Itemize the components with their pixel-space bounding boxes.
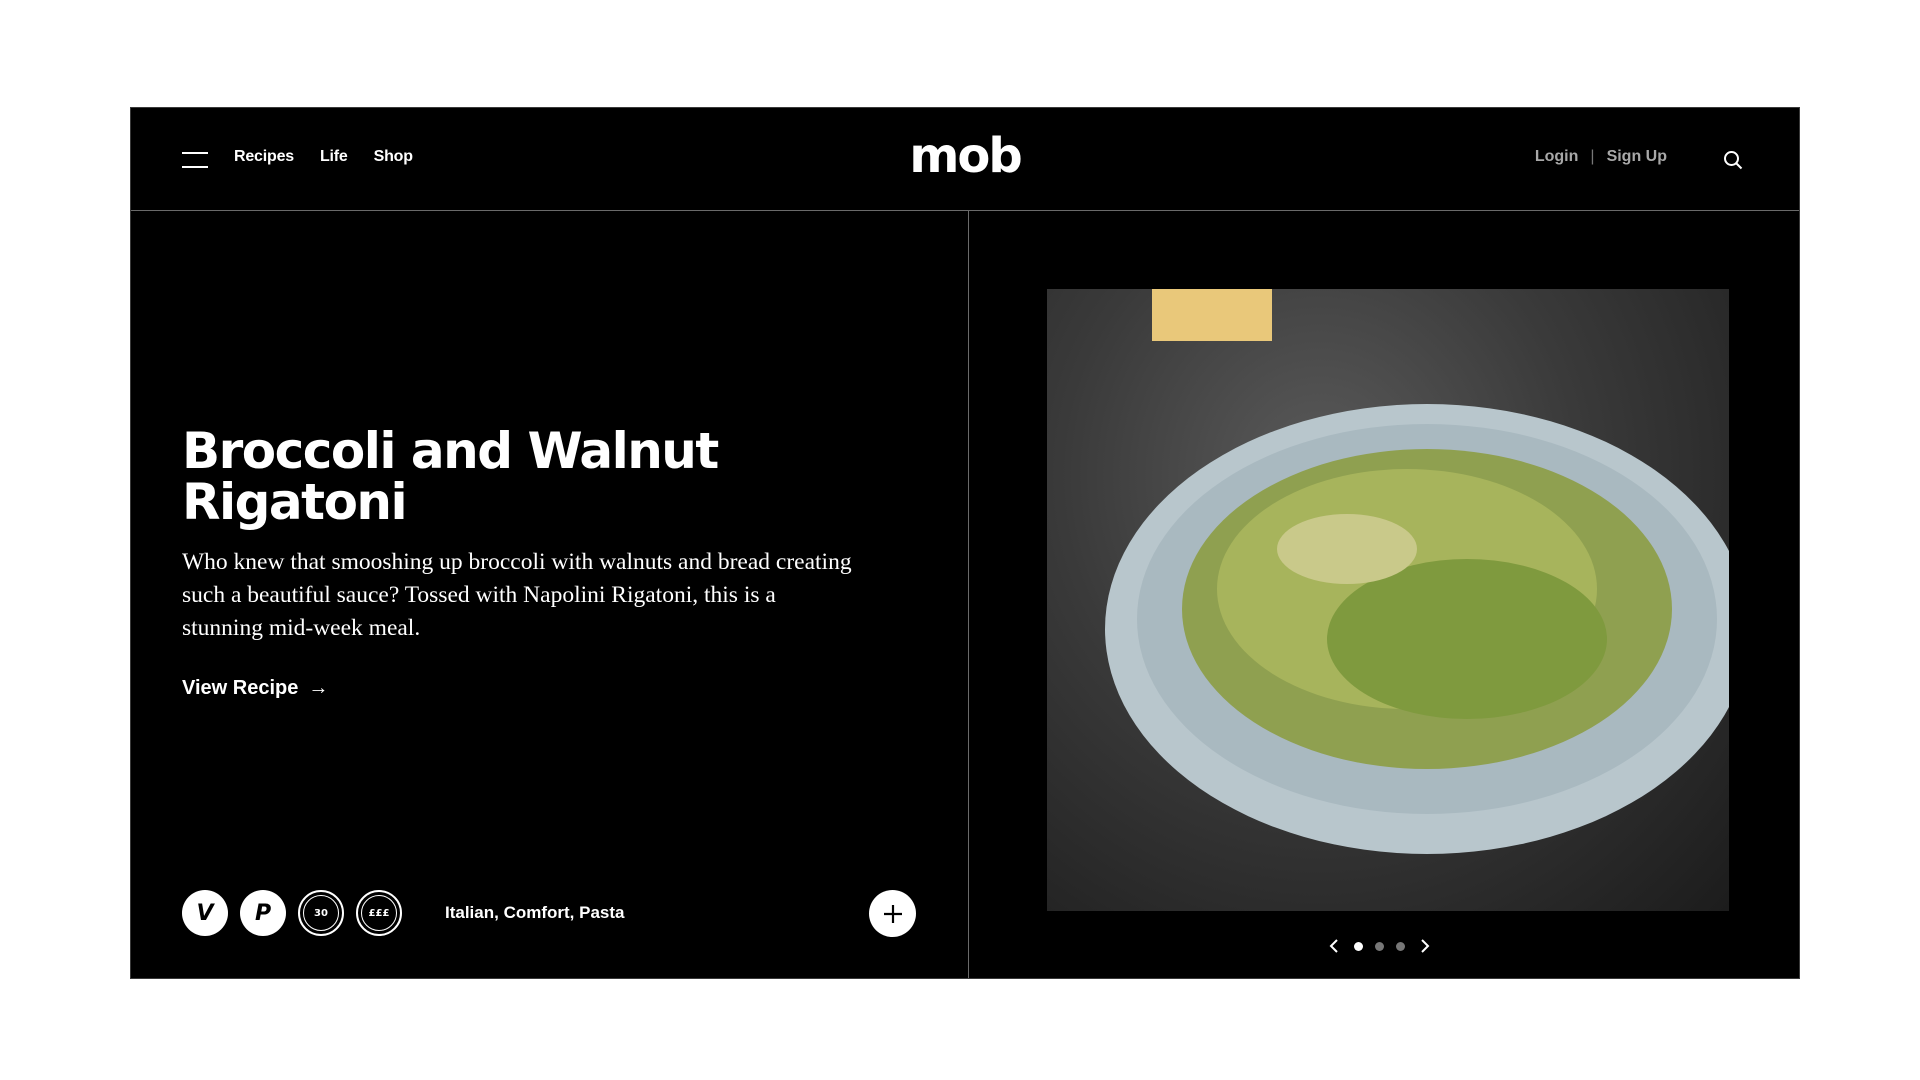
vegetarian-badge: V	[182, 890, 228, 936]
auth-separator: |	[1590, 148, 1595, 165]
chevron-right-icon[interactable]	[1417, 938, 1433, 954]
auth-links: Login | Sign Up	[1535, 148, 1667, 166]
hero-frame: Recipes Life Shop mob Login | Sign Up Br…	[130, 107, 1800, 979]
price-badge-top: £	[368, 907, 376, 919]
recipe-description: Who knew that smooshing up broccoli with…	[182, 549, 852, 641]
p-badge: P	[240, 890, 286, 936]
hero-image-panel	[969, 211, 1799, 978]
arrow-right-icon: →	[308, 677, 329, 699]
time-badge-label: 30	[303, 895, 339, 931]
carousel-dot-3[interactable]	[1396, 941, 1405, 951]
site-header: Recipes Life Shop mob Login | Sign Up	[131, 108, 1799, 211]
view-recipe-label: View Recipe	[182, 677, 299, 699]
price-badge: £ ££	[356, 890, 402, 936]
recipe-title: Broccoli and Walnut Rigatoni	[182, 422, 719, 531]
nav-life[interactable]: Life	[320, 148, 348, 166]
recipe-tags: Italian, Comfort, Pasta	[445, 903, 625, 922]
chevron-left-icon[interactable]	[1326, 938, 1342, 954]
menu-icon[interactable]	[182, 152, 208, 168]
nav-shop[interactable]: Shop	[374, 148, 413, 166]
carousel-dot-1[interactable]	[1354, 941, 1363, 951]
login-link[interactable]: Login	[1535, 148, 1579, 166]
nav-recipes[interactable]: Recipes	[234, 148, 294, 166]
carousel-dot-2[interactable]	[1375, 941, 1384, 951]
time-badge: 30	[298, 890, 344, 936]
main-nav: Recipes Life Shop	[234, 148, 413, 166]
plus-icon[interactable]	[869, 890, 916, 937]
price-badge-label: £ ££	[361, 895, 397, 931]
search-icon[interactable]	[1723, 150, 1743, 170]
view-recipe-link[interactable]: View Recipe →	[182, 677, 328, 700]
site-logo[interactable]: mob	[909, 128, 1022, 184]
hero-text-panel: Broccoli and Walnut Rigatoni Who knew th…	[131, 211, 969, 978]
recipe-badges: V P 30 £ ££	[182, 890, 402, 936]
price-badge-bottom: ££	[375, 907, 390, 919]
signup-link[interactable]: Sign Up	[1607, 148, 1667, 166]
carousel-controls	[1326, 938, 1433, 954]
recipe-image	[1047, 289, 1729, 911]
